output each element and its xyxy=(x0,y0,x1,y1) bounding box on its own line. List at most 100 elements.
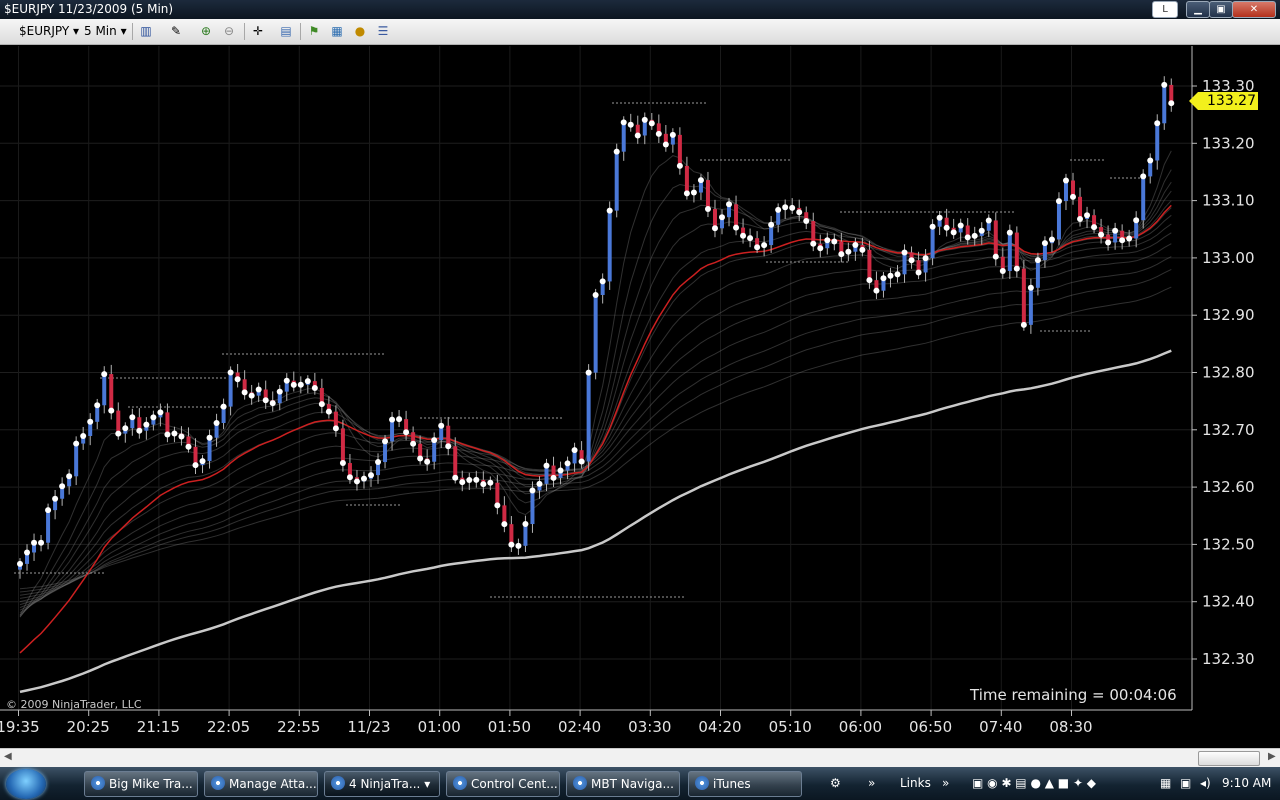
taskbar-item[interactable]: iTunes xyxy=(688,771,802,797)
close-dot xyxy=(634,132,641,139)
taskbar-item-label: Manage Atta... xyxy=(229,777,317,791)
close-dot xyxy=(978,227,985,234)
close-dot xyxy=(122,425,129,432)
candle-body xyxy=(1078,196,1083,220)
close-dot xyxy=(719,214,725,221)
taskbar-item[interactable]: Control Cent... xyxy=(446,771,560,797)
close-dot xyxy=(452,474,459,481)
close-dot xyxy=(417,455,424,462)
close-button[interactable]: ✕ xyxy=(1232,1,1276,18)
properties-icon[interactable]: ▤ xyxy=(278,23,294,39)
price-label: 132.50 xyxy=(1202,535,1255,553)
close-dot xyxy=(1041,240,1048,247)
close-dot xyxy=(880,275,887,282)
system-tray-icons[interactable]: ▣ ◉ ✱ ▤ ● ▲ ■ ✦ ◆ xyxy=(972,776,1096,790)
close-dot xyxy=(157,409,164,416)
close-dot xyxy=(901,249,908,256)
candle-body xyxy=(109,374,114,411)
toolbar-expand-icon[interactable]: » xyxy=(942,776,949,790)
time-label: 20:25 xyxy=(67,718,110,736)
close-dot xyxy=(740,232,747,239)
copyright-text: © 2009 NinjaTrader, LLC xyxy=(6,698,142,711)
candle-body xyxy=(614,151,619,211)
price-label: 132.40 xyxy=(1202,593,1255,611)
close-dot xyxy=(290,381,297,388)
close-dot xyxy=(585,369,592,376)
price-chart[interactable]: 133.30133.20133.10133.00132.90132.80132.… xyxy=(0,46,1280,746)
close-dot xyxy=(101,371,108,378)
scroll-left-icon[interactable]: ◀ xyxy=(4,751,12,762)
close-dot xyxy=(683,190,690,197)
candle-body xyxy=(165,412,170,435)
time-label: 06:00 xyxy=(839,718,882,736)
close-dot xyxy=(1077,216,1084,223)
time-label: 22:05 xyxy=(207,718,250,736)
zoom-in-icon[interactable]: ⊕ xyxy=(198,23,214,39)
drawing-tool-icon[interactable]: ✎ xyxy=(168,23,184,39)
maximize-button[interactable]: ▣ xyxy=(1209,1,1233,18)
close-dot xyxy=(276,388,283,395)
taskbar-item[interactable]: Big Mike Tra... xyxy=(84,771,198,797)
horizontal-scrollbar[interactable]: ◀ ▶ xyxy=(0,748,1280,767)
close-dot xyxy=(726,201,733,208)
candle-body xyxy=(734,204,739,228)
close-dot xyxy=(501,521,508,528)
price-label: 132.90 xyxy=(1202,306,1255,324)
taskbar-item[interactable]: MBT Naviga... xyxy=(566,771,680,797)
strategies-icon[interactable]: ⚑ xyxy=(306,23,322,39)
close-dot xyxy=(31,539,38,546)
taskbar-item[interactable]: Manage Atta... xyxy=(204,771,318,797)
data-box-icon[interactable]: ☰ xyxy=(375,23,391,39)
candle-body xyxy=(116,410,121,434)
candle-body xyxy=(769,224,774,246)
candle-body xyxy=(684,165,689,194)
scroll-thumb[interactable] xyxy=(1198,751,1260,766)
window-l-button[interactable]: L xyxy=(1152,1,1178,18)
time-label: 08:30 xyxy=(1049,718,1092,736)
candle-body xyxy=(1007,232,1012,272)
close-dot xyxy=(185,443,192,450)
chevron-down-icon: ▾ xyxy=(120,24,127,38)
candle-body xyxy=(621,122,626,152)
candle-body xyxy=(1162,84,1167,124)
close-dot xyxy=(999,268,1006,275)
close-dot xyxy=(887,272,894,279)
interval-selector[interactable]: 5 Min ▾ xyxy=(84,24,127,38)
instrument-selector[interactable]: $EURJPY ▾ xyxy=(19,24,79,38)
taskbar-item[interactable]: 4 NinjaTra... ▾ xyxy=(324,771,440,797)
close-dot xyxy=(838,251,845,258)
candle-body xyxy=(930,226,935,259)
close-dot xyxy=(346,474,353,481)
close-dot xyxy=(915,269,922,276)
close-dot xyxy=(564,460,571,467)
taskbar-item-label: iTunes xyxy=(713,777,751,791)
indicators-icon[interactable]: ▦ xyxy=(329,23,345,39)
close-dot xyxy=(950,229,957,236)
close-dot xyxy=(115,430,122,437)
close-dot xyxy=(1168,100,1175,107)
toolbar-expand-icon[interactable]: » xyxy=(868,776,875,790)
start-button[interactable] xyxy=(6,769,46,799)
chart-style-icon[interactable]: ▥ xyxy=(138,23,154,39)
close-dot xyxy=(971,232,978,239)
close-dot xyxy=(38,539,45,546)
candle-body xyxy=(586,372,591,462)
display-icon[interactable]: ▣ xyxy=(1180,776,1191,790)
close-dot xyxy=(262,397,269,404)
quicklaunch-icon[interactable]: ⚙ xyxy=(830,776,841,790)
links-toolbar[interactable]: Links xyxy=(900,776,931,790)
candle-body xyxy=(432,440,437,462)
close-dot xyxy=(733,224,740,231)
close-dot xyxy=(396,416,403,423)
minimize-button[interactable]: ▁ xyxy=(1186,1,1210,18)
close-dot xyxy=(1154,120,1161,127)
crosshair-icon[interactable]: ✛ xyxy=(250,23,266,39)
volume-icon[interactable]: ◂) xyxy=(1200,776,1211,790)
network-icon[interactable]: ▦ xyxy=(1160,776,1171,790)
scroll-right-icon[interactable]: ▶ xyxy=(1268,751,1276,762)
candle-body xyxy=(607,210,612,282)
zoom-out-icon[interactable]: ⊖ xyxy=(221,23,237,39)
close-dot xyxy=(164,431,171,438)
orders-icon[interactable]: ● xyxy=(352,23,368,39)
close-dot xyxy=(24,549,31,556)
